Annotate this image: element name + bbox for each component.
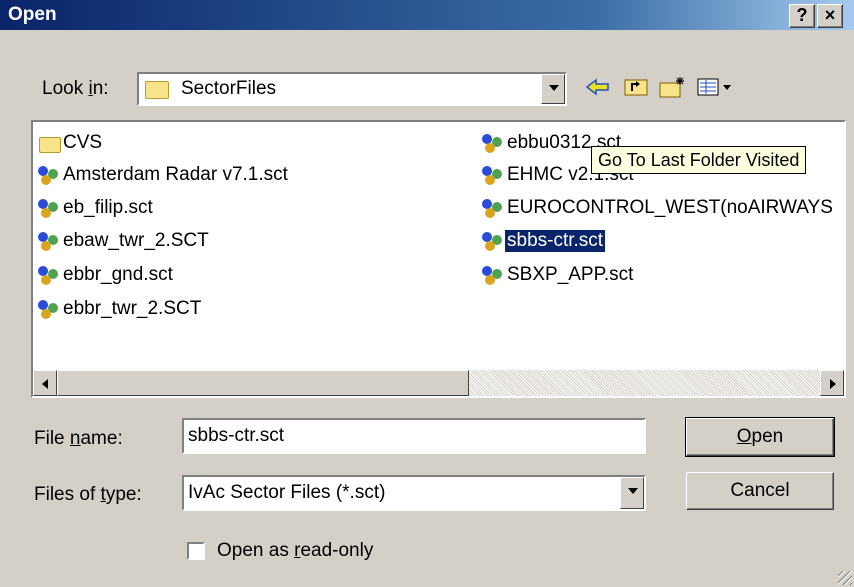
sector-file-icon <box>481 132 505 154</box>
list-item[interactable]: Amsterdam Radar v7.1.sct <box>37 164 290 190</box>
look-in-label: Look in: <box>42 78 109 99</box>
folder-icon <box>37 132 61 154</box>
list-item[interactable]: SBXP_APP.sct <box>481 264 635 290</box>
sector-file-icon <box>481 264 505 286</box>
list-item[interactable]: ebbr_twr_2.SCT <box>37 298 203 324</box>
folder-icon <box>145 81 169 99</box>
file-type-dropdown-button[interactable] <box>620 477 644 509</box>
window-title: Open <box>8 4 57 25</box>
resize-grip-icon[interactable] <box>838 571 852 585</box>
read-only-checkbox[interactable] <box>187 542 205 560</box>
tooltip: Go To Last Folder Visited <box>591 146 807 174</box>
look-in-dropdown-button[interactable] <box>541 74 565 104</box>
scroll-right-button[interactable] <box>820 370 844 396</box>
sector-file-icon <box>481 197 505 219</box>
file-type-value: IvAc Sector Files (*.sct) <box>188 482 386 503</box>
list-item[interactable]: EUROCONTROL_WEST(noAIRWAYS <box>481 197 835 223</box>
file-name-input[interactable]: sbbs-ctr.sct <box>182 418 646 454</box>
back-arrow-icon[interactable] <box>582 75 614 105</box>
sector-file-icon <box>481 230 505 252</box>
chevron-down-icon <box>628 488 638 494</box>
sector-file-icon <box>37 230 61 252</box>
look-in-combo[interactable]: SectorFiles <box>137 72 567 106</box>
list-item[interactable]: ebaw_twr_2.SCT <box>37 230 211 256</box>
title-bar[interactable]: Open ? × <box>0 0 854 30</box>
file-type-label: Files of type: <box>34 484 142 505</box>
sector-file-icon <box>37 164 61 186</box>
list-item[interactable]: eb_filip.sct <box>37 197 155 223</box>
sector-file-icon <box>481 164 505 186</box>
sector-file-icon <box>37 298 61 320</box>
sector-file-icon <box>37 197 61 219</box>
arrow-left-icon <box>42 379 48 389</box>
file-name-label: File name: <box>34 428 123 449</box>
chevron-down-icon <box>549 85 559 91</box>
list-item-selected[interactable]: sbbs-ctr.sct <box>481 229 607 256</box>
file-type-combo[interactable]: IvAc Sector Files (*.sct) <box>182 475 646 511</box>
list-item[interactable]: ebbr_gnd.sct <box>37 264 175 290</box>
scroll-left-button[interactable] <box>33 370 57 396</box>
help-button[interactable]: ? <box>789 4 815 28</box>
cancel-button[interactable]: Cancel <box>686 472 834 510</box>
new-folder-icon[interactable] <box>656 75 688 105</box>
open-button[interactable]: Open <box>685 417 835 457</box>
scroll-thumb[interactable] <box>57 370 469 396</box>
read-only-label[interactable]: Open as read-only <box>217 540 373 562</box>
view-menu-icon[interactable] <box>694 75 738 105</box>
look-in-value: SectorFiles <box>181 78 277 99</box>
list-item[interactable]: CVS <box>37 132 104 158</box>
sector-file-icon <box>37 264 61 286</box>
close-button[interactable]: × <box>817 4 843 28</box>
up-folder-icon[interactable] <box>620 75 652 105</box>
horizontal-scrollbar[interactable] <box>33 370 844 396</box>
arrow-right-icon <box>830 379 836 389</box>
